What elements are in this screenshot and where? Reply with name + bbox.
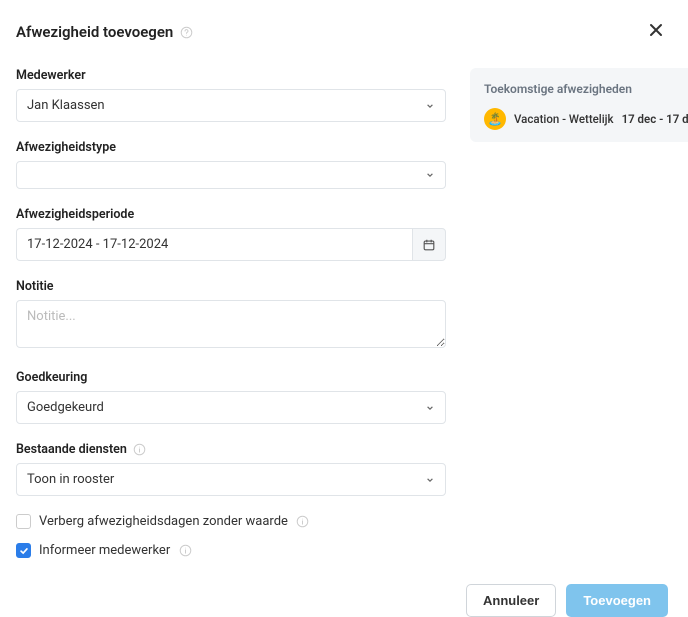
period-input[interactable]: 17-12-2024 - 17-12-2024 (16, 228, 412, 261)
hide-days-checkbox[interactable] (16, 514, 31, 529)
employee-value: Jan Klaassen (27, 98, 105, 113)
existing-shifts-label: Bestaande diensten (16, 442, 127, 457)
approval-select[interactable]: Goedgekeurd (16, 391, 446, 424)
calendar-icon (422, 238, 436, 252)
submit-button[interactable]: Toevoegen (566, 584, 668, 617)
inform-checkbox-row[interactable]: Informeer medewerker (16, 543, 446, 558)
absence-type-select[interactable] (16, 161, 446, 189)
approval-label: Goedkeuring (16, 370, 87, 385)
cancel-button[interactable]: Annuleer (466, 584, 556, 617)
info-icon[interactable] (133, 443, 147, 457)
upcoming-absences-box: Toekomstige afwezigheden 🏝️ Vacation - W… (470, 68, 688, 142)
approval-value: Goedgekeurd (27, 400, 104, 415)
inform-label: Informeer medewerker (39, 543, 170, 558)
vacation-icon: 🏝️ (484, 108, 506, 130)
note-textarea[interactable] (16, 300, 446, 348)
absence-type-label: Afwezigheidstype (16, 140, 116, 155)
calendar-button[interactable] (412, 228, 446, 261)
employee-label: Medewerker (16, 68, 86, 83)
upcoming-item: 🏝️ Vacation - Wettelijk 17 dec - 17 dec … (484, 108, 688, 130)
existing-shifts-value: Toon in rooster (27, 472, 114, 487)
hide-days-label: Verberg afwezigheidsdagen zonder waarde (39, 514, 288, 529)
upcoming-item-name: Vacation - Wettelijk (514, 112, 614, 126)
info-icon[interactable] (296, 515, 310, 529)
chevron-down-icon (425, 101, 435, 111)
existing-shifts-select[interactable]: Toon in rooster (16, 463, 446, 496)
inform-checkbox[interactable] (16, 543, 31, 558)
chevron-down-icon (425, 403, 435, 413)
page-title: Afwezigheid toevoegen (16, 23, 173, 41)
info-icon[interactable] (178, 544, 192, 558)
close-button[interactable] (644, 20, 668, 44)
note-label: Notitie (16, 279, 54, 294)
upcoming-item-dates: 17 dec - 17 dec (2u 30m) (622, 112, 688, 126)
hide-days-checkbox-row[interactable]: Verberg afwezigheidsdagen zonder waarde (16, 514, 446, 529)
chevron-down-icon (425, 475, 435, 485)
help-icon[interactable] (179, 25, 193, 39)
employee-select[interactable]: Jan Klaassen (16, 89, 446, 122)
upcoming-title: Toekomstige afwezigheden (484, 82, 688, 96)
period-label: Afwezigheidsperiode (16, 207, 134, 222)
chevron-down-icon (425, 170, 435, 180)
